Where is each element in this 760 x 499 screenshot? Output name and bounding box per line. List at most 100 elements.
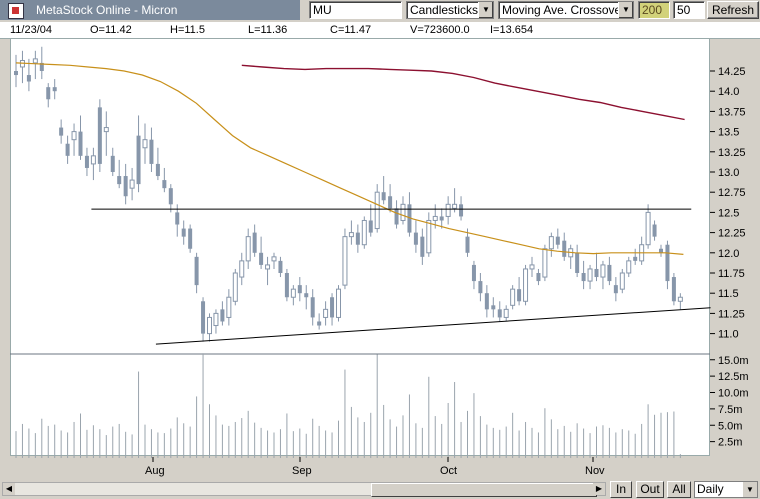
candle-body-up [239, 260, 245, 278]
candle-body-down [575, 252, 580, 273]
candle-body-down [484, 293, 489, 310]
candle-body-down [594, 268, 599, 278]
date-tick-label: Oct [440, 465, 457, 477]
candle-body-up [426, 219, 432, 254]
candle-body-down [194, 256, 199, 286]
candle-body-down [388, 196, 393, 209]
ma200-line [241, 64, 685, 121]
candle-body-down [659, 248, 663, 253]
chevron-down-icon[interactable]: ▼ [743, 482, 757, 497]
price-chart[interactable]: 14.25 14.0 13.75 13.5 13.25 13.0 12.75 12.5 12.2… [0, 0, 760, 480]
price-tick-label: 14.25 [718, 66, 746, 78]
scroll-thumb[interactable] [371, 483, 597, 497]
volume-tick-label: 7.5m [718, 404, 742, 416]
candle-body-down [613, 285, 618, 294]
zoom-all-button[interactable]: All [667, 481, 691, 498]
candle-body-down [555, 236, 560, 245]
candle-body-down [252, 232, 257, 253]
price-tick-label: 13.25 [718, 147, 746, 159]
candle-body-up [232, 272, 238, 302]
candle-body-up [374, 191, 380, 230]
candle-body-up [245, 236, 251, 262]
candle-body-down [633, 256, 638, 261]
zoom-in-button[interactable]: In [610, 481, 632, 498]
candle-body-down [162, 180, 167, 189]
candle-body-down [330, 297, 335, 318]
candle-body-up [600, 264, 606, 278]
period-select[interactable]: Daily ▼ [694, 481, 758, 498]
moving-averages [15, 62, 685, 255]
candle-body-down [168, 188, 173, 205]
candle-body-up [342, 236, 348, 286]
candle-body-down [368, 220, 373, 233]
candle-body-down [136, 135, 141, 185]
price-tick-label: 13.0 [718, 167, 739, 179]
candle-body-down [355, 232, 360, 245]
candle-body-down [420, 236, 425, 257]
candle-body-up [271, 256, 277, 262]
date-tick-label: Aug [145, 465, 165, 477]
candle-body-up [361, 219, 367, 246]
candle-body-down [652, 224, 657, 237]
zoom-out-button[interactable]: Out [636, 481, 664, 498]
candle-body-down [394, 208, 399, 225]
candle-body-up [32, 58, 38, 64]
volume-tick-label: 5.0m [718, 420, 742, 432]
volume-bars [15, 353, 681, 458]
candle-body-down [317, 321, 322, 326]
candle-body-down [59, 127, 64, 136]
candle-body-down [117, 176, 122, 185]
candle-body-up [542, 248, 548, 278]
candle-body-down [259, 252, 264, 265]
scroll-right-icon[interactable]: ▶ [593, 483, 605, 495]
candle-body-up [71, 131, 77, 141]
candle-body-up [445, 203, 451, 217]
candle-body-down [46, 87, 51, 100]
candle-body-down [491, 305, 496, 310]
ma50-line [15, 62, 684, 255]
price-tick-label: 11.0 [718, 329, 739, 341]
candle-body-up [523, 268, 529, 302]
candle-body-up [90, 155, 96, 165]
candle-body-down [497, 309, 502, 318]
price-tick-label: 11.5 [718, 288, 739, 300]
candle-body-down [123, 176, 128, 197]
candle-body-down [459, 204, 464, 217]
candle-body-down [607, 264, 612, 282]
price-tick-label: 14.0 [718, 86, 739, 98]
price-tick-label: 11.25 [718, 308, 745, 320]
price-tick-label: 12.0 [718, 248, 739, 260]
candle-body-down [471, 264, 476, 282]
period-value: Daily [697, 482, 724, 496]
price-tick-label: 11.75 [718, 268, 745, 280]
candle-body-down [439, 216, 444, 221]
candle-body-down [14, 71, 18, 76]
volume-tick-label: 2.5m [718, 437, 742, 449]
candle-body-up [677, 296, 683, 302]
candle-body-down [297, 285, 302, 294]
price-tick-label: 12.5 [718, 207, 739, 219]
scroll-left-icon[interactable]: ◀ [3, 483, 15, 495]
candle-body-up [336, 288, 341, 318]
candle-body-up [529, 264, 535, 270]
candle-body-up [142, 139, 148, 149]
candle-body-up [348, 232, 354, 238]
bottom-bar: ◀ ▶ In Out All Daily ▼ [0, 480, 760, 499]
candle-body-down [465, 236, 470, 253]
candle-body-down [413, 232, 418, 245]
candle-body-up [619, 272, 625, 290]
candle-body-down [149, 139, 154, 164]
candle-body-up [645, 211, 651, 246]
candle-body-down [26, 75, 31, 82]
candle-body-up [103, 127, 109, 133]
candle-body-down [110, 155, 115, 172]
candle-body-up [626, 260, 632, 274]
candle-body-down [278, 260, 283, 273]
candle-body-up [587, 268, 593, 282]
candle-body-down [52, 87, 57, 92]
horizontal-scrollbar[interactable]: ◀ ▶ [2, 482, 606, 497]
candles [14, 46, 683, 342]
support-trendline [155, 307, 711, 345]
candle-body-up [400, 203, 406, 221]
candle-body-up [323, 308, 329, 318]
